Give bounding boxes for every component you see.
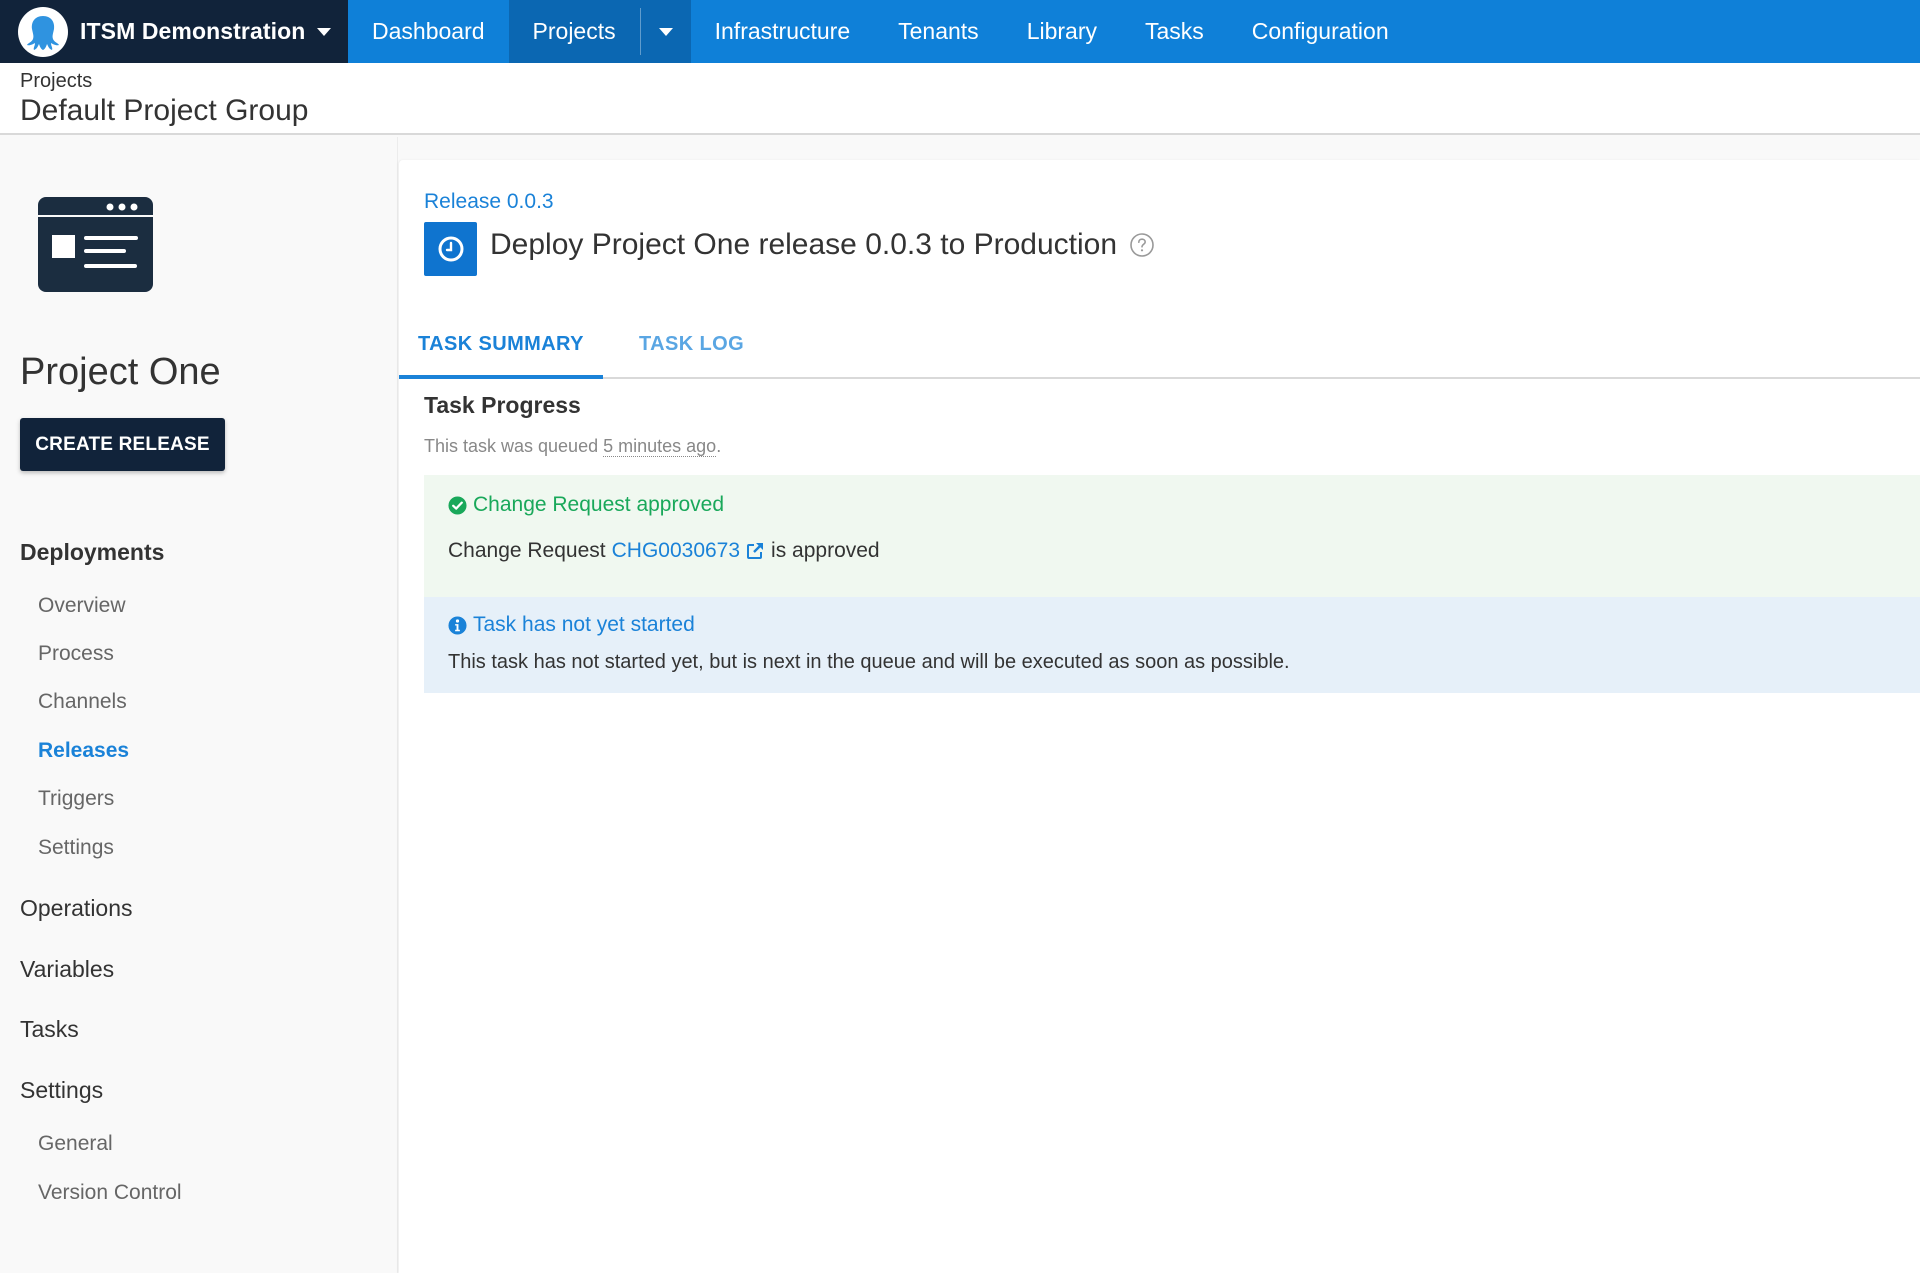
nav-library[interactable]: Library xyxy=(1003,0,1121,63)
change-request-suffix: is approved xyxy=(771,539,880,562)
sidebar-section-deployments[interactable]: Deployments xyxy=(20,539,164,566)
sidebar-item-releases[interactable]: Releases xyxy=(38,739,129,763)
nav-infrastructure[interactable]: Infrastructure xyxy=(691,0,875,63)
queued-time[interactable]: 5 minutes ago xyxy=(603,436,717,457)
sidebar-item-overview[interactable]: Overview xyxy=(38,594,126,618)
nav-tasks[interactable]: Tasks xyxy=(1121,0,1228,63)
space-switcher[interactable]: ITSM Demonstration xyxy=(0,0,348,63)
task-status-heading: Task has not yet started xyxy=(448,613,695,637)
nav-projects[interactable]: Projects xyxy=(509,0,640,63)
nav-tenants[interactable]: Tenants xyxy=(874,0,1003,63)
top-navigation: ITSM Demonstration Dashboard Projects In… xyxy=(0,0,1920,63)
nav-configuration[interactable]: Configuration xyxy=(1228,0,1413,63)
info-circle-icon xyxy=(448,615,467,635)
clock-icon xyxy=(438,236,463,262)
sidebar-section-tasks[interactable]: Tasks xyxy=(20,1016,79,1043)
sidebar-item-deployment-settings[interactable]: Settings xyxy=(38,836,114,860)
projects-dropdown-button[interactable] xyxy=(641,0,691,63)
task-progress-heading: Task Progress xyxy=(424,392,581,418)
task-status-heading-text: Task has not yet started xyxy=(473,613,695,636)
change-request-prefix: Change Request xyxy=(448,539,606,562)
sidebar-section-variables[interactable]: Variables xyxy=(20,956,114,983)
change-request-heading: Change Request approved xyxy=(448,493,724,517)
space-name: ITSM Demonstration xyxy=(80,18,306,44)
chevron-down-icon xyxy=(658,27,673,36)
change-request-callout: Change Request approved Change Request C… xyxy=(424,475,1920,597)
nav-projects-group: Projects xyxy=(508,0,691,63)
external-link-icon xyxy=(745,541,765,561)
sidebar-section-operations[interactable]: Operations xyxy=(20,895,133,922)
chevron-down-icon xyxy=(317,27,332,36)
sidebar-item-version-control[interactable]: Version Control xyxy=(38,1181,182,1205)
sidebar-item-process[interactable]: Process xyxy=(38,642,114,666)
task-card: Release 0.0.3 Deploy Project One release… xyxy=(399,160,1920,1273)
queued-suffix: . xyxy=(716,436,722,456)
create-release-button[interactable]: CREATE RELEASE xyxy=(20,418,225,471)
queued-prefix: This task was queued xyxy=(424,436,604,456)
project-logo-icon xyxy=(38,197,153,292)
task-title: Deploy Project One release 0.0.3 to Prod… xyxy=(490,228,1155,262)
sidebar-item-triggers[interactable]: Triggers xyxy=(38,787,114,811)
task-status-callout: Task has not yet started This task has n… xyxy=(424,597,1920,693)
change-request-id[interactable]: CHG0030673 xyxy=(612,539,740,563)
sidebar-item-channels[interactable]: Channels xyxy=(38,690,127,714)
check-circle-icon xyxy=(448,495,467,515)
change-request-link[interactable]: CHG0030673 xyxy=(612,539,771,563)
breadcrumb[interactable]: Projects xyxy=(20,70,92,93)
page-title: Default Project Group xyxy=(20,94,309,127)
release-link[interactable]: Release 0.0.3 xyxy=(424,190,554,214)
project-sidebar: Project One CREATE RELEASE Deployments O… xyxy=(0,137,398,1273)
sidebar-section-settings[interactable]: Settings xyxy=(20,1077,103,1104)
tab-task-log[interactable]: TASK LOG xyxy=(639,310,744,379)
change-request-message: Change Request CHG0030673 is approved xyxy=(448,539,880,563)
octopus-logo-icon xyxy=(18,6,68,57)
task-status-badge xyxy=(424,222,477,276)
page-header: Projects Default Project Group xyxy=(0,63,1920,135)
help-icon[interactable] xyxy=(1129,232,1155,258)
task-status-message: This task has not started yet, but is ne… xyxy=(448,651,1290,673)
task-tabs: TASK SUMMARY TASK LOG xyxy=(399,310,1920,379)
tab-task-summary[interactable]: TASK SUMMARY xyxy=(418,310,584,379)
change-request-heading-text: Change Request approved xyxy=(473,493,725,516)
queued-status: This task was queued 5 minutes ago. xyxy=(424,436,721,457)
nav-dashboard[interactable]: Dashboard xyxy=(348,0,509,63)
task-title-text: Deploy Project One release 0.0.3 to Prod… xyxy=(490,228,1118,261)
active-tab-indicator xyxy=(399,375,603,379)
sidebar-item-general[interactable]: General xyxy=(38,1132,113,1156)
project-name: Project One xyxy=(20,351,221,393)
